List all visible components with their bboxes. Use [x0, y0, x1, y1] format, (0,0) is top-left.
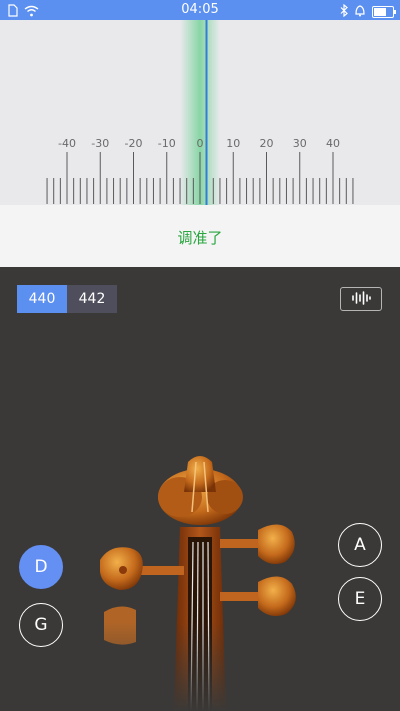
status-strip: 调准了	[0, 205, 400, 267]
scale-label: -40	[58, 137, 76, 150]
tuning-status-text: 调准了	[177, 229, 223, 247]
control-panel: 440 442 D G A E	[0, 267, 400, 711]
scale-label: 0	[197, 137, 204, 150]
scale-label: -30	[91, 137, 109, 150]
pitch-440-button[interactable]: 440	[17, 285, 67, 313]
scale-label: -20	[125, 137, 143, 150]
tuner-meter: -40 -30 -20 -10 0 10 20 30 40	[0, 20, 400, 205]
scale-label: -10	[158, 137, 176, 150]
string-a-button[interactable]: A	[338, 523, 382, 567]
scale-label: 10	[226, 137, 240, 150]
reference-pitch-selector: 440 442	[17, 285, 117, 313]
string-e-button[interactable]: E	[338, 577, 382, 621]
tuner-scale: -40 -30 -20 -10 0 10 20 30 40	[46, 20, 354, 205]
battery-icon	[372, 5, 396, 18]
string-d-button[interactable]: D	[19, 545, 63, 589]
waveform-icon	[350, 290, 372, 309]
scale-label: 40	[326, 137, 340, 150]
pitch-442-button[interactable]: 442	[67, 285, 117, 313]
status-bar: 04:05	[0, 0, 400, 20]
bluetooth-icon	[340, 2, 348, 21]
violin-scroll-illustration	[80, 456, 320, 711]
alarm-icon	[354, 2, 366, 21]
pitch-indicator	[205, 20, 208, 205]
string-g-button[interactable]: G	[19, 603, 63, 647]
scale-label: 30	[293, 137, 307, 150]
waveform-button[interactable]	[340, 287, 382, 311]
scale-label: 20	[260, 137, 274, 150]
